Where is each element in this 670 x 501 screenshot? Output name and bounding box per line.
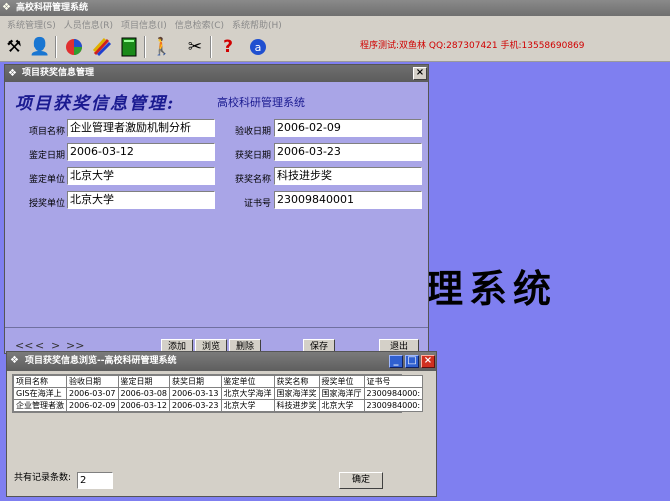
column-header[interactable]: 鉴定单位 [220,375,275,388]
table-cell[interactable]: GIS在海洋上 [13,387,67,400]
menu-system[interactable]: 系统管理(S) [3,18,60,31]
project-name-label: 项目名称 [28,127,65,137]
award-window-title: 项目获奖信息管理 [22,68,95,78]
column-header[interactable]: 证书号 [363,375,424,388]
pie-chart-icon[interactable] [62,35,86,59]
table-cell[interactable]: 北京大学海洋 [220,387,275,400]
table-cell[interactable]: 2006-03-13 [169,387,222,400]
grant-unit-field[interactable]: 北京大学 [67,191,215,209]
table-cell[interactable]: 国家海洋奖 [273,387,320,400]
table-cell[interactable]: 2006-02-09 [66,399,119,412]
info-icon[interactable]: a [246,35,270,59]
appraisal-unit-field[interactable]: 北京大学 [67,167,215,185]
user-check-icon[interactable]: 👤 [28,35,52,59]
table-cell[interactable]: 北京大学 [318,399,365,412]
browse-window-title: 项目获奖信息浏览--高校科研管理系统 [25,356,177,366]
record-count-label: 共有记录条数: [14,473,72,483]
form-header: 项目获奖信息管理: [15,94,176,114]
acceptance-date-field[interactable]: 2006-02-09 [274,119,422,137]
records-table: 项目名称 验收日期 鉴定日期 获奖日期 鉴定单位 获奖名称 授奖单位 证书号 G… [13,375,424,412]
toolbar-separator [144,36,146,58]
column-header[interactable]: 验收日期 [66,375,119,388]
maximize-button[interactable]: □ [405,355,419,368]
table-cell[interactable]: 2006-03-23 [169,399,222,412]
svg-text:a: a [255,41,262,54]
menu-search[interactable]: 信息检索(C) [171,18,228,31]
close-button[interactable]: × [421,355,435,368]
app-title: 高校科研管理系统 [16,3,89,13]
table-cell[interactable]: 企业管理者激 [13,399,67,412]
toolbar-separator [210,36,212,58]
record-count-field: 2 [77,472,113,489]
table-cell[interactable]: 2300984000: [363,387,424,400]
table-cell[interactable]: 2006-03-07 [66,387,119,400]
help-icon[interactable]: ? [216,35,240,59]
award-window-title-bar: 项目获奖信息管理 [5,65,428,82]
table-cell[interactable]: 2006-03-12 [117,399,170,412]
column-header[interactable]: 授奖单位 [318,375,365,388]
table-cell[interactable]: 2300984000: [363,399,424,412]
table-cell[interactable]: 科技进步奖 [273,399,320,412]
award-name-label: 获奖名称 [234,175,271,185]
ok-button[interactable]: 确定 [339,472,383,489]
certificate-no-field[interactable]: 23009840001 [274,191,422,209]
column-header[interactable]: 获奖日期 [169,375,222,388]
award-date-label: 获奖日期 [234,151,271,161]
scissors-icon[interactable]: ✂ [183,35,207,59]
divider [5,327,428,328]
person-walk-icon[interactable]: 🚶 [150,35,174,59]
browse-window-title-bar: 项目获奖信息浏览--高校科研管理系统 [7,352,436,371]
form-subtitle: 高校科研管理系统 [217,96,305,109]
project-name-field[interactable]: 企业管理者激励机制分析 [67,119,215,137]
appraisal-unit-label: 鉴定单位 [28,175,65,185]
table-cell[interactable]: 北京大学 [220,399,275,412]
window-icon: ❖ [10,355,19,366]
column-header[interactable]: 鉴定日期 [117,375,170,388]
records-grid[interactable]: 项目名称 验收日期 鉴定日期 获奖日期 鉴定单位 获奖名称 授奖单位 证书号 G… [12,374,424,413]
award-date-field[interactable]: 2006-03-23 [274,143,422,161]
appraisal-date-field[interactable]: 2006-03-12 [67,143,215,161]
menu-help[interactable]: 系统帮助(H) [228,18,286,31]
toolbar-separator [55,36,57,58]
table-header-row: 项目名称 验收日期 鉴定日期 获奖日期 鉴定单位 获奖名称 授奖单位 证书号 [13,375,424,388]
menu-personnel[interactable]: 人员信息(R) [60,18,117,31]
award-name-field[interactable]: 科技进步奖 [274,167,422,185]
background-watermark-text: 理系统 [425,266,558,311]
table-row[interactable]: 企业管理者激 2006-02-09 2006-03-12 2006-03-23 … [13,399,424,412]
tools-icon[interactable]: ⚒ [2,35,26,59]
book-icon[interactable] [117,35,141,59]
pencils-icon[interactable] [90,35,114,59]
award-browse-window: 项目获奖信息浏览--高校科研管理系统 ❖ _ □ × 项目名称 验收日期 鉴定日… [6,351,437,497]
app-title-bar: 高校科研管理系统 [0,0,670,16]
close-button[interactable]: × [413,67,427,80]
column-header[interactable]: 项目名称 [13,375,67,388]
table-cell[interactable]: 国家海洋厅 [318,387,365,400]
app-icon: ❖ [2,2,11,13]
minimize-button[interactable]: _ [389,355,403,368]
table-cell[interactable]: 2006-03-08 [117,387,170,400]
contact-info: 程序测试:双鱼林 QQ:287307421 手机:13558690869 [360,41,585,51]
grant-unit-label: 授奖单位 [28,199,65,209]
column-header[interactable]: 获奖名称 [273,375,320,388]
menu-project[interactable]: 项目信息(I) [117,18,171,31]
award-info-window: 项目获奖信息管理 ❖ × 项目获奖信息管理: 高校科研管理系统 项目名称 企业管… [4,64,429,355]
menu-bar: 系统管理(S) 人员信息(R) 项目信息(I) 信息检索(C) 系统帮助(H) [0,16,670,32]
table-row[interactable]: GIS在海洋上 2006-03-07 2006-03-08 2006-03-13… [13,387,424,400]
acceptance-date-label: 验收日期 [234,127,271,137]
window-icon: ❖ [8,68,17,79]
appraisal-date-label: 鉴定日期 [28,151,65,161]
certificate-no-label: 证书号 [243,199,271,209]
